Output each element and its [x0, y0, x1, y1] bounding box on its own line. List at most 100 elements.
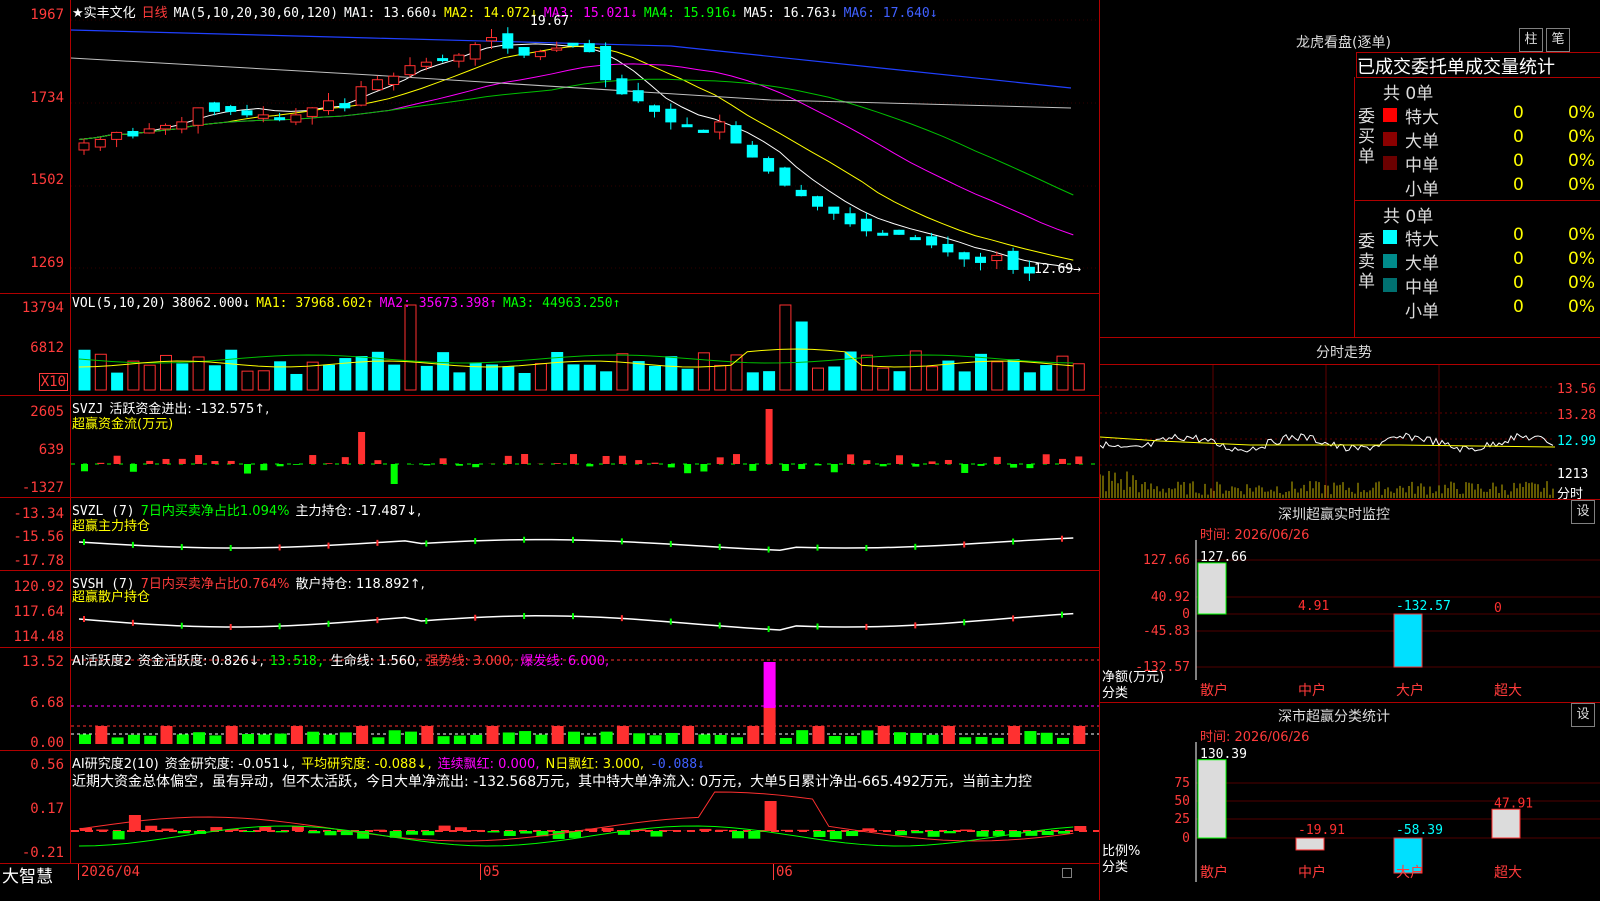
tick-mode-button[interactable]: 笔 [1546, 28, 1570, 52]
activity-bar [878, 726, 890, 744]
activity-bar [372, 737, 384, 744]
volume-bar [666, 357, 677, 390]
volume-bar [698, 353, 709, 390]
activity-bar [503, 732, 515, 744]
order-val: 0 [1513, 297, 1524, 317]
research-bar [781, 830, 793, 831]
ai-active-tick: 6.68 [30, 695, 64, 711]
order-val: 0 [1513, 225, 1524, 245]
intraday-chart[interactable] [1100, 365, 1555, 498]
svsh-axis: 120.92 117.64 114.48 [0, 571, 71, 647]
svzj-pane[interactable]: 2605 639 -1327 SVZJ活跃资金进出: -132.575↑, 超赢… [0, 396, 1099, 498]
bar-value-label: 130.39 [1200, 747, 1247, 762]
ai-research-pane[interactable]: 0.56 0.17 -0.21 AI研究度2(10)资金研究度: -0.051↓… [0, 751, 1099, 863]
research-bar [895, 831, 907, 835]
candle [698, 130, 708, 132]
monitor-settings-button[interactable]: 设 [1571, 500, 1595, 524]
period-label[interactable]: 日线 [142, 6, 168, 21]
category-label: 中户 [1298, 682, 1326, 699]
order-val: 0 [1513, 175, 1524, 195]
order-val: 0 [1513, 151, 1524, 171]
indicator-tick [572, 537, 574, 543]
classify-chart[interactable]: 7550250130.39散户-19.91中户-58.39大户47.91超大 [1100, 742, 1600, 900]
candle [193, 108, 203, 125]
candle [454, 55, 464, 61]
category-label: 散户 [1200, 682, 1228, 699]
activity-bar [731, 737, 743, 744]
monitor-title: 深圳超赢实时监控 [1278, 504, 1390, 524]
flow-bar [815, 464, 822, 465]
svsh-tick: 120.92 [13, 579, 64, 595]
candle [845, 214, 855, 224]
bar-mode-button[interactable]: 柱 [1519, 28, 1543, 52]
svzl-pane[interactable]: -13.34 -15.56 -17.78 SVZL (7)7日内买卖净占比1.0… [0, 498, 1099, 571]
ma-line [79, 44, 1073, 269]
category-bar [1296, 838, 1324, 850]
category-bar [1492, 809, 1520, 838]
flow-bar [896, 455, 903, 464]
price-tick: 1269 [30, 255, 64, 271]
ai-research-tick: 0.17 [30, 801, 64, 817]
activity-bar [764, 662, 776, 708]
activity-bar [584, 737, 596, 744]
research-bar [1058, 831, 1070, 834]
legend-swatch [1383, 180, 1397, 194]
research-bar [602, 828, 614, 831]
month-label: 06 [773, 864, 793, 880]
svsh-pane[interactable]: 120.92 117.64 114.48 SVSH (7)7日内买卖净占比0.7… [0, 571, 1099, 648]
activity-bar [209, 735, 221, 744]
ai-active-tick: 0.00 [30, 735, 64, 751]
research-bar [129, 815, 141, 831]
activity-bar [95, 726, 107, 744]
flow-bar [912, 464, 919, 467]
ma2-value: MA2: 14.072↓ [444, 6, 538, 21]
order-pct: 0% [1568, 151, 1595, 171]
ai-active-pane[interactable]: 13.52 6.68 0.00 AI活跃度2资金活跃度: 0.826↓,13.5… [0, 648, 1099, 751]
activity-bar [682, 726, 694, 744]
candle [568, 43, 578, 45]
order-name: 特大 [1405, 225, 1439, 250]
flow-bar [1026, 464, 1033, 468]
monitor-chart[interactable]: 127.6640.920-45.83-132.57127.66散户4.91中户-… [1100, 540, 1600, 702]
flow-bar [1075, 456, 1082, 464]
activity-bar [552, 726, 564, 744]
stock-name[interactable]: ★实丰文化 [72, 6, 136, 21]
candle [275, 118, 285, 120]
tab-filled-stats[interactable]: 已成交委托单成交量统计 [1356, 52, 1600, 78]
indicator-tick [719, 623, 721, 629]
volume-pane[interactable]: 13794 6812 X10 VOL(5,10,20)38062.000↓MA1… [0, 294, 1099, 396]
candle [796, 190, 806, 195]
order-name: 特大 [1405, 103, 1439, 128]
classify-settings-button[interactable]: 设 [1571, 703, 1595, 727]
volume-bar [161, 355, 172, 390]
research-bar [96, 830, 108, 831]
flow-bar [978, 464, 985, 466]
flow-bar [635, 460, 642, 464]
volume-unit: X10 [39, 373, 68, 391]
candle [438, 59, 448, 61]
indicator-tick [1012, 615, 1014, 621]
volume-bar [79, 350, 90, 390]
volume-bar [715, 365, 726, 390]
indicator-tick [670, 541, 672, 547]
candle [894, 230, 904, 234]
activity-bar [796, 730, 808, 744]
flow-bar [521, 454, 528, 464]
research-bar [928, 831, 940, 837]
ma-header: ★实丰文化日线MA(5,10,20,30,60,120)MA1: 13.660↓… [72, 2, 944, 21]
legend-swatch [1383, 302, 1397, 316]
indicator-tick [425, 540, 427, 546]
activity-bar [193, 732, 205, 744]
ai-research-v4: N日飘红: 3.000, [545, 757, 644, 772]
lock-icon[interactable] [1062, 868, 1072, 878]
kline-pane[interactable]: 1967 1734 1502 1269 ★实丰文化日线MA(5,10,20,30… [0, 0, 1099, 294]
ma-line [79, 64, 1073, 235]
volume-bar [389, 365, 400, 390]
candle [976, 257, 986, 262]
research-bar [879, 830, 891, 831]
svsh-tick: 117.64 [13, 604, 64, 620]
kline-chart[interactable] [71, 0, 1099, 293]
research-bar [699, 829, 711, 831]
flow-bar [358, 432, 365, 464]
flow-bar [586, 464, 593, 466]
